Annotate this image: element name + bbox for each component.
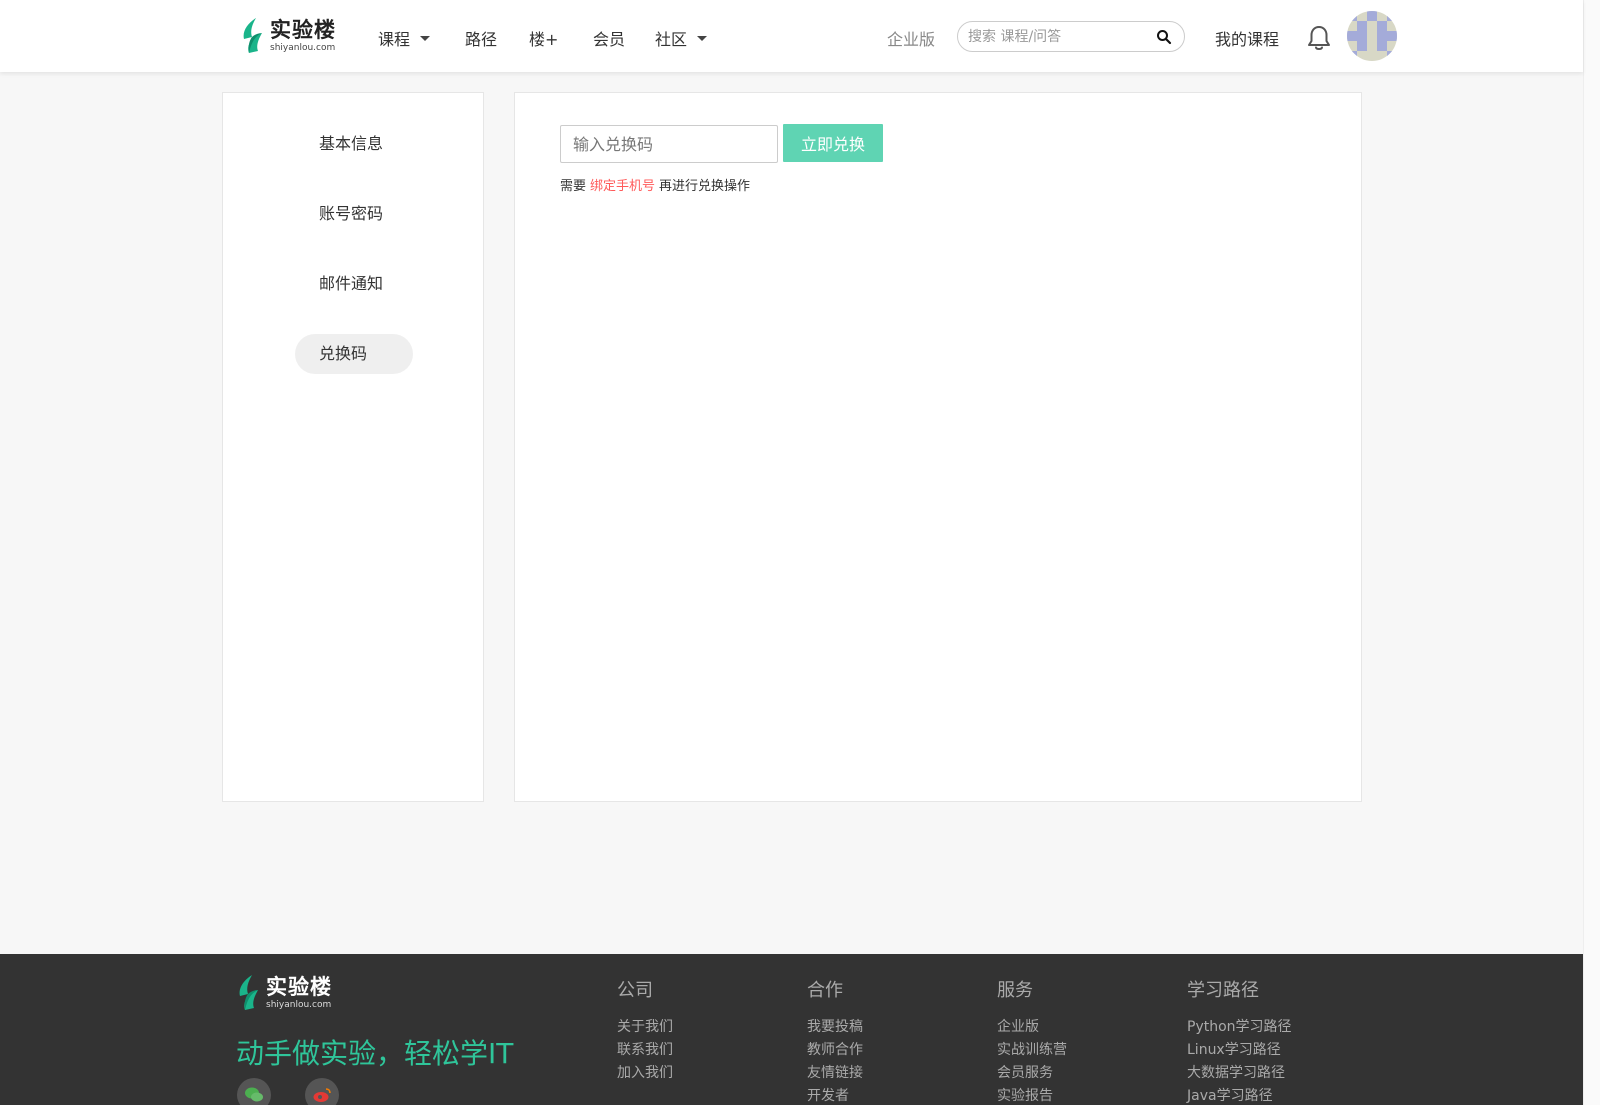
chevron-down-icon [697, 36, 708, 41]
sidebar-item-redeem-code[interactable]: 兑换码 [295, 334, 413, 374]
search-icon[interactable] [1156, 29, 1172, 45]
footer-col-cooperation: 合作 我要投稿 教师合作 友情链接 开发者 [807, 976, 863, 1105]
footer-link[interactable]: 教师合作 [807, 1039, 863, 1062]
footer-link[interactable]: Linux学习路径 [1187, 1039, 1292, 1062]
redeem-hint: 需要 绑定手机号 再进行兑换操作 [560, 175, 750, 194]
weibo-icon [313, 1088, 331, 1102]
footer-logo-domain: shiyanlou.com [266, 999, 332, 1010]
footer-link[interactable]: 大数据学习路径 [1187, 1062, 1292, 1085]
site-logo[interactable]: 实验楼 shiyanlou.com [240, 16, 340, 56]
footer-col-title: 合作 [807, 980, 843, 1001]
nav-paths-label: 路径 [465, 30, 498, 49]
footer-col-learning-paths: 学习路径 Python学习路径 Linux学习路径 大数据学习路径 Java学习… [1187, 976, 1292, 1105]
footer-col-services: 服务 企业版 实战训练营 会员服务 实验报告 [997, 976, 1067, 1105]
hint-prefix: 需要 [560, 179, 587, 194]
wechat-icon [245, 1087, 263, 1102]
footer-col-title: 服务 [997, 980, 1033, 1001]
bell-icon[interactable] [1306, 24, 1332, 52]
footer-link[interactable]: 友情链接 [807, 1062, 863, 1085]
footer-link[interactable]: 实验报告 [997, 1085, 1067, 1105]
footer-link[interactable]: 会员服务 [997, 1062, 1067, 1085]
footer-link[interactable]: 实战训练营 [997, 1039, 1067, 1062]
search-box [957, 21, 1185, 52]
nav-courses-label: 课程 [378, 30, 411, 49]
page-scrollbar[interactable] [1583, 0, 1600, 1105]
wechat-button[interactable] [237, 1078, 271, 1105]
footer-link[interactable]: 企业版 [997, 1016, 1067, 1039]
footer-link[interactable]: Java学习路径 [1187, 1085, 1292, 1105]
footer-link[interactable]: 开发者 [807, 1085, 863, 1105]
logo-name: 实验楼 [270, 17, 336, 42]
settings-sidebar: 基本信息 账号密码 邮件通知 兑换码 [222, 92, 484, 802]
redeem-panel: 立即兑换 需要绑定手机号再进行兑换操作 [514, 92, 1362, 802]
nav-vip-label: 会员 [593, 30, 626, 49]
nav-courses[interactable]: 课程 [378, 26, 431, 50]
footer-col-company: 公司 关于我们 联系我们 加入我们 [617, 976, 673, 1085]
footer-link[interactable]: 加入我们 [617, 1062, 673, 1085]
sidebar-item-account-password[interactable]: 账号密码 [295, 194, 413, 234]
site-footer: 实验楼 shiyanlou.com 动手做实验，轻松学IT 公司 关于我们 联系… [0, 954, 1583, 1105]
redeem-code-input[interactable] [560, 125, 778, 163]
logo-domain: shiyanlou.com [270, 42, 336, 53]
nav-my-courses[interactable]: 我的课程 [1215, 26, 1279, 50]
footer-col-title: 公司 [617, 980, 653, 1001]
nav-paths[interactable]: 路径 [465, 26, 497, 50]
weibo-button[interactable] [305, 1078, 339, 1105]
hint-suffix: 再进行兑换操作 [659, 179, 751, 194]
footer-link[interactable]: 联系我们 [617, 1039, 673, 1062]
nav-community-label: 社区 [655, 30, 688, 49]
logo-leaf-icon [243, 18, 262, 53]
footer-slogan: 动手做实验，轻松学IT [236, 1037, 514, 1070]
chevron-down-icon [420, 36, 431, 41]
sidebar-item-basic-info[interactable]: 基本信息 [295, 124, 413, 164]
footer-col-title: 学习路径 [1187, 980, 1259, 1001]
redeem-now-button[interactable]: 立即兑换 [783, 124, 883, 162]
logo-leaf-icon [239, 975, 258, 1010]
bind-phone-link[interactable]: 绑定手机号 [590, 179, 655, 194]
avatar[interactable] [1347, 11, 1397, 61]
nav-community[interactable]: 社区 [655, 26, 708, 50]
avatar-identicon [1347, 11, 1397, 61]
nav-vip[interactable]: 会员 [593, 26, 625, 50]
footer-link[interactable]: 我要投稿 [807, 1016, 863, 1039]
top-header: 实验楼 shiyanlou.com 课程 路径 楼+ 会员 社区 企业版 我的课… [0, 0, 1583, 72]
nav-louplus[interactable]: 楼+ [529, 26, 558, 50]
nav-louplus-label: 楼+ [529, 30, 559, 49]
footer-logo[interactable]: 实验楼 shiyanlou.com [236, 974, 332, 1012]
footer-link[interactable]: Python学习路径 [1187, 1016, 1292, 1039]
nav-enterprise[interactable]: 企业版 [887, 26, 935, 50]
search-input[interactable] [968, 27, 1153, 47]
sidebar-item-email-notify[interactable]: 邮件通知 [295, 264, 413, 304]
footer-link[interactable]: 关于我们 [617, 1016, 673, 1039]
footer-logo-name: 实验楼 [266, 974, 332, 999]
